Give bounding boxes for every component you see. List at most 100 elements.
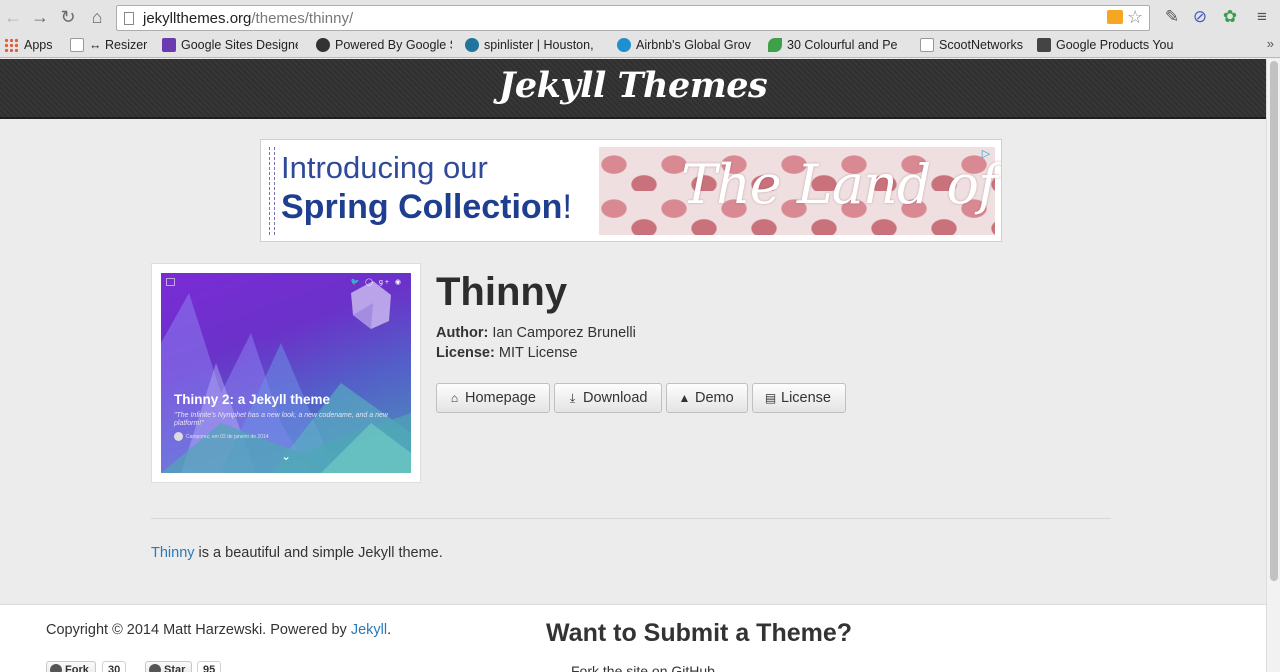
menu-icon[interactable]: ≡ [1252, 7, 1272, 27]
bookmark-label: Airbnb's Global Grov [636, 38, 751, 52]
adchoices-icon[interactable]: ▷ [979, 147, 993, 161]
jekyll-link[interactable]: Jekyll [351, 622, 387, 638]
bookmark-google-products[interactable]: Google Products You [1037, 36, 1173, 56]
bookmark-star-icon[interactable]: ☆ [1127, 7, 1143, 28]
k-logo-icon [162, 38, 176, 52]
apps-grid-icon [4, 38, 18, 52]
bookmark-label: Apps [24, 38, 53, 52]
page-scrollbar[interactable] [1266, 59, 1280, 672]
page-icon [920, 38, 934, 52]
license-button-label: License [781, 390, 831, 406]
site-footer: Copyright © 2014 Matt Harzewski. Powered… [0, 604, 1266, 672]
thumbnail-social-icons: 🐦 ◯ g+ ◉ [350, 279, 403, 286]
url-path: /themes/thinny/ [251, 10, 354, 27]
demo-icon: ▲ [678, 391, 691, 405]
bookmarks-bar: Apps ↔ Resizer Google Sites Designe Powe… [0, 36, 1280, 56]
bookmark-label: Google Sites Designe [181, 38, 298, 52]
bookmark-resizer[interactable]: ↔ Resizer [70, 36, 152, 56]
bookmark-google-sites[interactable]: Google Sites Designe [162, 36, 298, 56]
forward-arrow-icon[interactable]: → [29, 6, 51, 28]
download-button[interactable]: ⤓ Download [554, 383, 662, 413]
license-name: MIT License [498, 345, 578, 361]
github-icon [50, 664, 62, 672]
file-icon: ▤ [764, 391, 777, 405]
ad-headline: Introducing our [281, 150, 488, 185]
homepage-button[interactable]: ⌂ Homepage [436, 383, 550, 413]
url-text[interactable]: jekyllthemes.org/themes/thinny/ [143, 10, 353, 27]
ad-brand-text: The Land of Nod [681, 153, 1001, 216]
site-header: Jekyll Themes [0, 59, 1266, 119]
block-extension-icon[interactable]: ⊘ [1190, 7, 1210, 27]
bookmark-label: Powered By Google S [335, 38, 452, 52]
reload-icon[interactable]: ↻ [57, 6, 79, 28]
submit-theme-instructions: Fork the site on GitHub [571, 663, 715, 672]
bookmark-powered-by-google[interactable]: Powered By Google S [316, 36, 452, 56]
download-button-label: Download [583, 390, 648, 406]
bookmark-label: 30 Colourful and Pe [787, 38, 898, 52]
homepage-button-label: Homepage [465, 390, 536, 406]
copyright-text: Copyright © 2014 Matt Harzewski. Powered… [46, 622, 391, 638]
theme-description: Thinny is a beautiful and simple Jekyll … [151, 545, 443, 561]
copyright-prefix: Copyright © 2014 Matt Harzewski. Powered… [46, 622, 351, 638]
page-icon [70, 38, 84, 52]
author-label: Author: [436, 325, 489, 341]
bookmark-scootnetworks[interactable]: ScootNetworks [920, 36, 1026, 56]
eyedropper-extension-icon[interactable]: ✎ [1162, 7, 1182, 27]
ad-subheadline-text: Spring Collection [281, 188, 563, 226]
back-arrow-icon[interactable]: ← [2, 6, 24, 28]
advertisement-banner[interactable]: Introducing our Spring Collection! The L… [260, 139, 1002, 242]
ad-border-decoration [269, 147, 275, 235]
url-host: jekyllthemes.org [143, 10, 252, 27]
t-logo-icon [1037, 38, 1051, 52]
bookmark-apps[interactable]: Apps [4, 36, 60, 56]
copyright-suffix: . [387, 622, 392, 638]
github-star-button[interactable]: Star [145, 661, 193, 672]
theme-thumbnail-frame: 🐦 ◯ g+ ◉ Thinny 2: a Jekyll theme "The I… [151, 263, 421, 483]
chevron-down-icon: ⌄ [281, 449, 292, 463]
thumbnail-title: Thinny 2: a Jekyll theme [174, 392, 331, 407]
scrollbar-thumb[interactable] [1270, 61, 1278, 581]
github-fork-button[interactable]: Fork [46, 661, 96, 672]
theme-thumbnail[interactable]: 🐦 ◯ g+ ◉ Thinny 2: a Jekyll theme "The I… [161, 273, 411, 473]
download-icon: ⤓ [569, 391, 576, 405]
bookmarks-overflow-button[interactable]: » [1267, 36, 1274, 51]
star-count[interactable]: 95 [197, 661, 222, 672]
bookmark-label: Google Products You [1056, 38, 1173, 52]
airbnb-icon [617, 38, 631, 52]
bookmark-spinlister[interactable]: spinlister | Houston, [465, 36, 599, 56]
home-icon: ⌂ [450, 391, 459, 405]
theme-author: Author: Ian Camporez Brunelli [436, 325, 636, 341]
fork-count[interactable]: 30 [102, 661, 127, 672]
license-label: License: [436, 345, 495, 361]
browser-toolbar: ← → ↻ ⌂ jekyllthemes.org/themes/thinny/ … [0, 0, 1280, 58]
ad-exclamation: ! [562, 188, 572, 226]
author-name: Ian Camporez Brunelli [492, 325, 636, 341]
g-logo-icon [316, 38, 330, 52]
site-title[interactable]: Jekyll Themes [0, 65, 1266, 106]
thumbnail-mountains [161, 281, 411, 473]
bookmark-label: spinlister | Houston, [484, 38, 594, 52]
color-extension-icon[interactable]: ✿ [1220, 7, 1240, 27]
content-divider [151, 518, 1111, 519]
bookmark-label: ↔ Resizer [89, 38, 148, 52]
license-button[interactable]: ▤ License [752, 383, 846, 413]
ad-brand-logo: The Land of Nod® [681, 153, 1001, 216]
thumbnail-quote: "The Infinite's Nymphet has a new look, … [174, 412, 388, 427]
bookmark-airbnb[interactable]: Airbnb's Global Grov [617, 36, 753, 56]
rss-extension-icon[interactable] [1107, 10, 1123, 24]
description-text: is a beautiful and simple Jekyll theme. [194, 545, 443, 561]
fork-label: Fork [65, 664, 89, 672]
address-bar[interactable]: jekyllthemes.org/themes/thinny/ ☆ [116, 5, 1150, 31]
demo-button[interactable]: ▲ Demo [666, 383, 748, 413]
thumbnail-avatar [174, 432, 183, 441]
star-label: Star [164, 664, 186, 672]
theme-license: License: MIT License [436, 345, 578, 361]
home-icon[interactable]: ⌂ [86, 6, 108, 28]
bookmark-label: ScootNetworks [939, 38, 1024, 52]
page-icon [124, 12, 134, 25]
ad-subheadline: Spring Collection! [281, 188, 572, 227]
thumbnail-menu-icon [166, 278, 175, 286]
bookmark-30-colourful[interactable]: 30 Colourful and Pe [768, 36, 904, 56]
theme-link[interactable]: Thinny [151, 545, 195, 561]
wordpress-icon [465, 38, 479, 52]
